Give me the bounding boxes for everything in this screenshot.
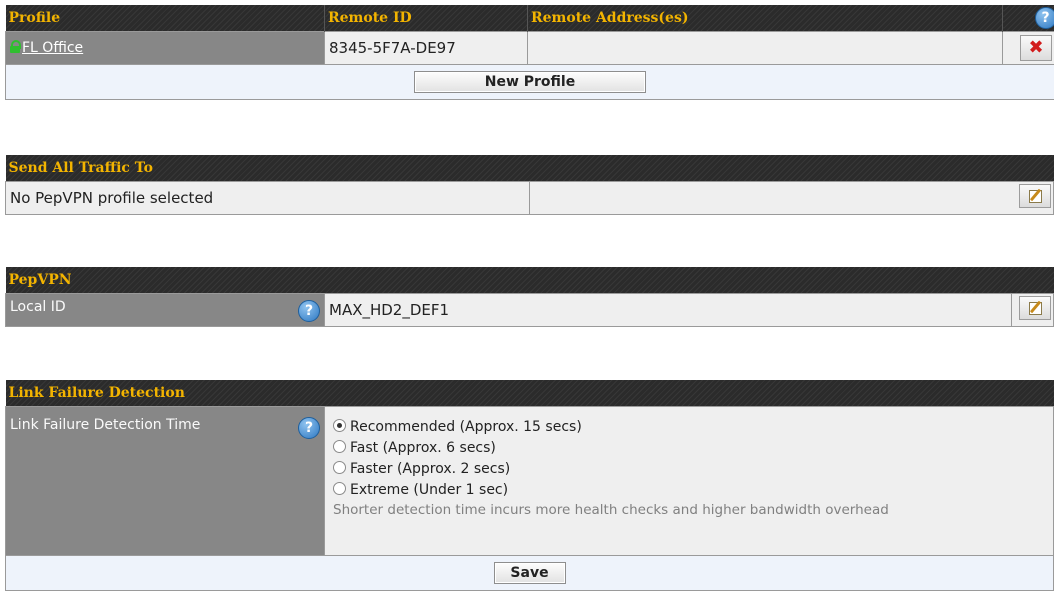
profiles-table: Profile Remote ID Remote Address(es) ? F…: [5, 5, 1054, 100]
edit-send-all-traffic-button[interactable]: [1019, 184, 1051, 208]
profile-link[interactable]: FL Office: [22, 40, 83, 56]
radio-option-faster[interactable]: Faster (Approx. 2 secs): [333, 459, 1049, 480]
radio-icon[interactable]: [333, 419, 346, 432]
radio-label: Recommended (Approx. 15 secs): [350, 419, 582, 435]
link-failure-table: Link Failure Detection Link Failure Dete…: [5, 380, 1054, 591]
remote-id-column-header: Remote ID: [325, 5, 528, 32]
send-all-traffic-title: Send All Traffic To: [6, 155, 1054, 182]
radio-label: Fast (Approx. 6 secs): [350, 440, 496, 456]
profile-name-cell: FL Office: [6, 32, 325, 65]
delete-profile-button[interactable]: ✖: [1020, 35, 1052, 61]
send-all-traffic-value: No PepVPN profile selected: [6, 182, 530, 215]
remote-id-cell: 8345-5F7A-DE97: [325, 32, 528, 65]
save-row: Save: [6, 556, 1054, 591]
radio-label: Extreme (Under 1 sec): [350, 482, 508, 498]
help-header-cell: ?: [1003, 5, 1054, 32]
radio-icon[interactable]: [333, 461, 346, 474]
local-id-help-icon[interactable]: ?: [298, 300, 320, 322]
link-failure-section: Link Failure Detection Link Failure Dete…: [5, 380, 1054, 591]
link-failure-options-cell: Recommended (Approx. 15 secs) Fast (Appr…: [325, 407, 1054, 556]
new-profile-button[interactable]: New Profile: [414, 71, 646, 93]
profiles-section: Profile Remote ID Remote Address(es) ? F…: [5, 5, 1054, 100]
delete-icon: ✖: [1028, 37, 1043, 58]
link-failure-hint: Shorter detection time incurs more healt…: [333, 501, 1049, 520]
pepvpn-section: PepVPN Local ID ? MAX_HD2_DEF1: [5, 267, 1054, 327]
send-all-traffic-table: Send All Traffic To No PepVPN profile se…: [5, 155, 1054, 215]
lock-icon: [10, 40, 20, 53]
link-failure-label: Link Failure Detection Time: [10, 417, 200, 433]
save-button[interactable]: Save: [494, 562, 566, 584]
pepvpn-table: PepVPN Local ID ? MAX_HD2_DEF1: [5, 267, 1054, 327]
local-id-label-cell: Local ID ?: [6, 294, 325, 327]
radio-icon[interactable]: [333, 482, 346, 495]
radio-icon[interactable]: [333, 440, 346, 453]
edit-local-id-button[interactable]: [1019, 296, 1051, 320]
profile-column-header: Profile: [6, 5, 325, 32]
remote-address-cell: [528, 32, 1003, 65]
edit-cell: [530, 182, 1054, 215]
profile-row: FL Office 8345-5F7A-DE97 ✖: [6, 32, 1054, 65]
radio-option-fast[interactable]: Fast (Approx. 6 secs): [333, 438, 1049, 459]
local-id-label: Local ID: [10, 299, 66, 315]
help-icon[interactable]: ?: [1035, 7, 1054, 29]
radio-label: Faster (Approx. 2 secs): [350, 461, 510, 477]
new-profile-row: New Profile: [6, 65, 1054, 100]
delete-cell: ✖: [1003, 32, 1054, 65]
pepvpn-title: PepVPN: [6, 267, 1054, 294]
link-failure-help-icon[interactable]: ?: [298, 417, 320, 439]
local-id-value: MAX_HD2_DEF1: [325, 294, 1012, 327]
edit-cell-pepvpn: [1012, 294, 1054, 327]
send-all-traffic-section: Send All Traffic To No PepVPN profile se…: [5, 155, 1054, 215]
radio-option-recommended[interactable]: Recommended (Approx. 15 secs): [333, 417, 1049, 438]
remote-address-column-header: Remote Address(es): [528, 5, 1003, 32]
link-failure-label-cell: Link Failure Detection Time ?: [6, 407, 325, 556]
profiles-header-row: Profile Remote ID Remote Address(es) ?: [6, 5, 1054, 32]
radio-option-extreme[interactable]: Extreme (Under 1 sec): [333, 480, 1049, 501]
link-failure-title: Link Failure Detection: [6, 380, 1054, 407]
